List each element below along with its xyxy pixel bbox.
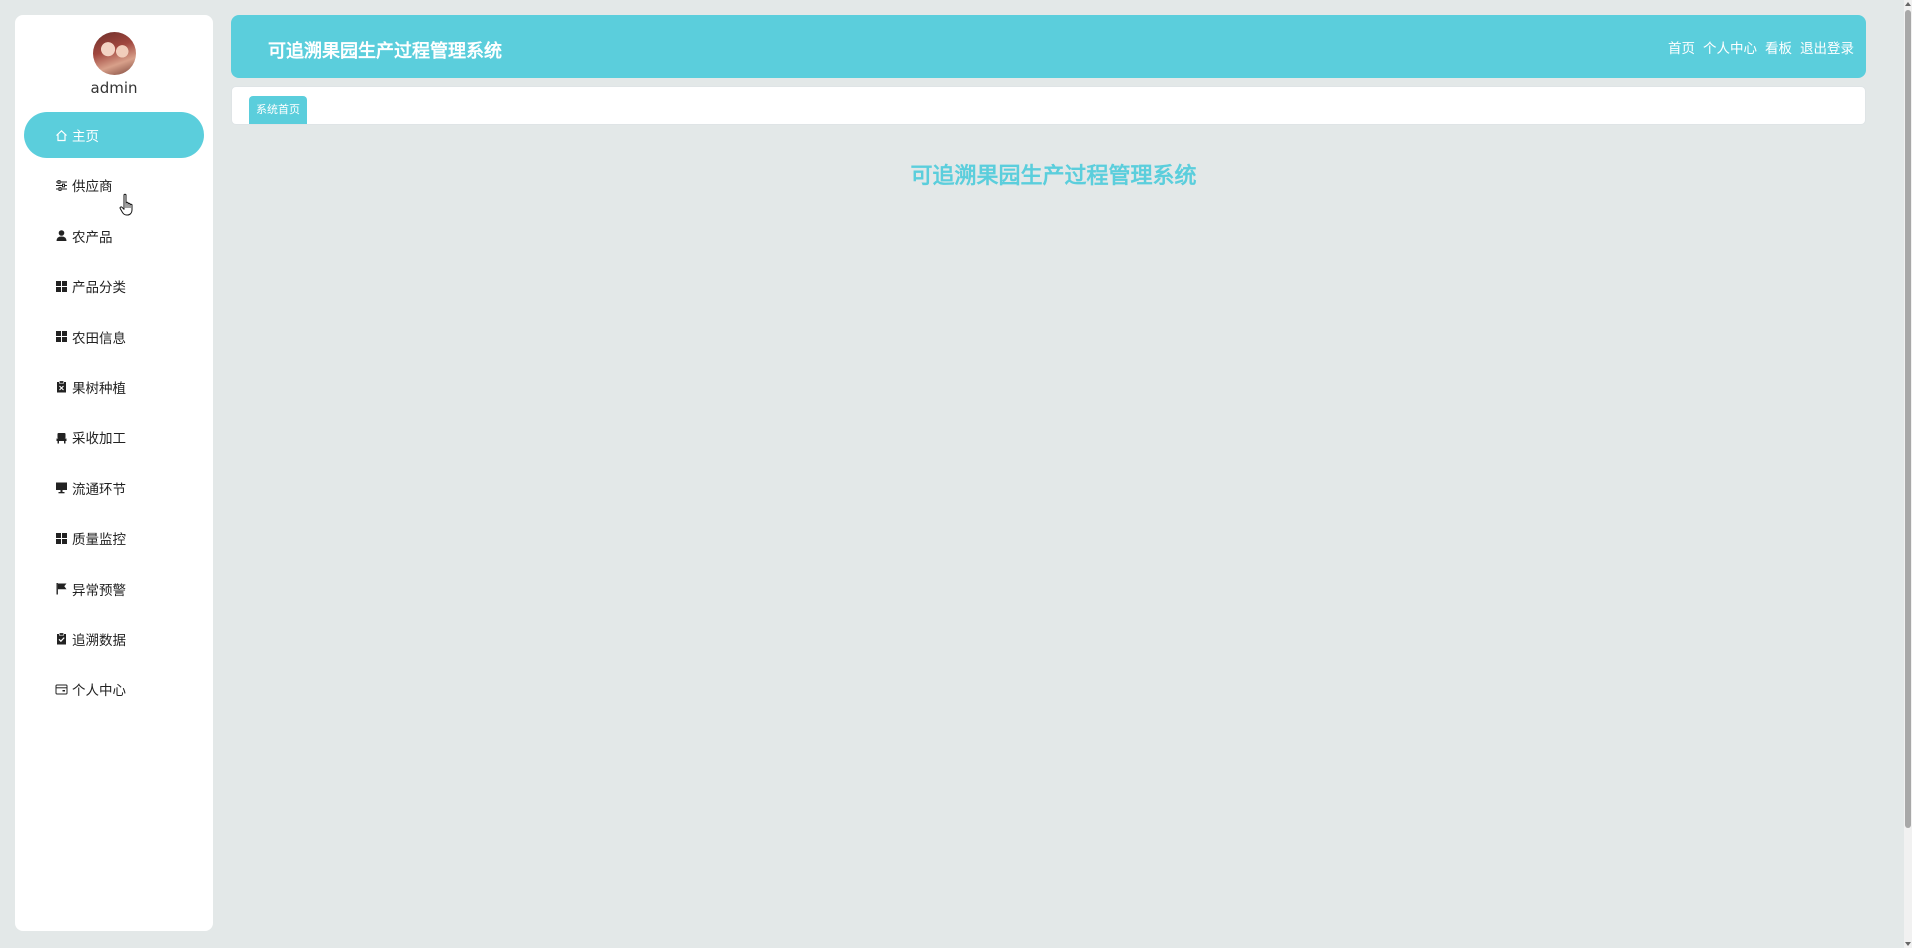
sidebar-item-label: 果树种植 xyxy=(72,380,126,397)
monitor-icon xyxy=(55,481,68,494)
home-icon xyxy=(55,129,68,142)
sidebar-item-personal-center[interactable]: 个人中心 xyxy=(24,666,204,712)
header-nav: 首页 个人中心 看板 退出登录 xyxy=(1668,37,1854,57)
header-link-dashboard[interactable]: 看板 xyxy=(1765,37,1792,57)
clipboard-x-icon xyxy=(55,380,68,393)
scroll-up-icon[interactable] xyxy=(1905,2,1911,6)
sidebar-item-supplier[interactable]: 供应商 xyxy=(24,162,204,208)
sidebar-item-label: 农田信息 xyxy=(72,330,126,347)
sidebar-item-circulation[interactable]: 流通环节 xyxy=(24,465,204,511)
avatar[interactable] xyxy=(92,32,136,75)
sidebar-item-label: 主页 xyxy=(72,129,99,145)
sidebar-item-label: 质量监控 xyxy=(72,532,126,549)
page-scrollbar[interactable] xyxy=(1904,0,1912,948)
sidebar-item-label: 产品分类 xyxy=(72,280,126,297)
sidebar-item-farmland-info[interactable]: 农田信息 xyxy=(24,314,204,360)
grid-icon xyxy=(55,280,68,293)
sidebar-item-label: 个人中心 xyxy=(72,683,126,700)
sidebar-item-home[interactable]: 主页 xyxy=(24,112,204,158)
app-title: 可追溯果园生产过程管理系统 xyxy=(268,41,502,62)
sidebar-item-label: 供应商 xyxy=(72,179,113,196)
sidebar-item-label: 追溯数据 xyxy=(72,632,126,649)
header-link-logout[interactable]: 退出登录 xyxy=(1800,37,1854,57)
sidebar-item-label: 异常预警 xyxy=(72,582,126,599)
tabs-bar: 系统首页 xyxy=(231,86,1866,125)
card-icon xyxy=(55,683,68,696)
clipboard-check-icon xyxy=(55,632,68,645)
sidebar-item-anomaly-alert[interactable]: 异常预警 xyxy=(24,566,204,612)
sidebar-item-agri-product[interactable]: 农产品 xyxy=(24,213,204,259)
sidebar-nav: 主页 供应商 农产品 产品分类 农田信息 果树种植 采收加工 流通环节 质量监控… xyxy=(24,112,204,717)
sidebar: admin 主页 供应商 农产品 产品分类 农田信息 果树种植 采收加工 流通环… xyxy=(15,15,213,931)
flag-icon xyxy=(55,582,68,595)
page-title: 可追溯果园生产过程管理系统 xyxy=(910,164,1197,189)
sliders-icon xyxy=(55,179,68,192)
sidebar-item-label: 农产品 xyxy=(72,229,113,246)
sidebar-item-product-category[interactable]: 产品分类 xyxy=(24,263,204,309)
user-icon xyxy=(55,229,68,242)
user-profile: admin xyxy=(15,32,213,97)
sidebar-item-quality-monitor[interactable]: 质量监控 xyxy=(24,515,204,561)
tab-system-home[interactable]: 系统首页 xyxy=(249,96,307,124)
sidebar-item-harvest-processing[interactable]: 采收加工 xyxy=(24,414,204,460)
sidebar-item-fruit-planting[interactable]: 果树种植 xyxy=(24,364,204,410)
username: admin xyxy=(90,79,138,97)
scroll-down-icon[interactable] xyxy=(1905,942,1911,946)
sidebar-item-trace-data[interactable]: 追溯数据 xyxy=(24,616,204,662)
sidebar-item-label: 采收加工 xyxy=(72,431,126,448)
top-header: 可追溯果园生产过程管理系统 首页 个人中心 看板 退出登录 xyxy=(231,15,1866,78)
sidebar-item-label: 流通环节 xyxy=(72,481,126,498)
header-link-personal-center[interactable]: 个人中心 xyxy=(1703,37,1757,57)
grid-icon xyxy=(55,330,68,343)
header-link-home[interactable]: 首页 xyxy=(1668,37,1695,57)
chair-icon xyxy=(55,431,68,444)
grid-icon xyxy=(55,532,68,545)
scrollbar-thumb[interactable] xyxy=(1905,10,1911,828)
